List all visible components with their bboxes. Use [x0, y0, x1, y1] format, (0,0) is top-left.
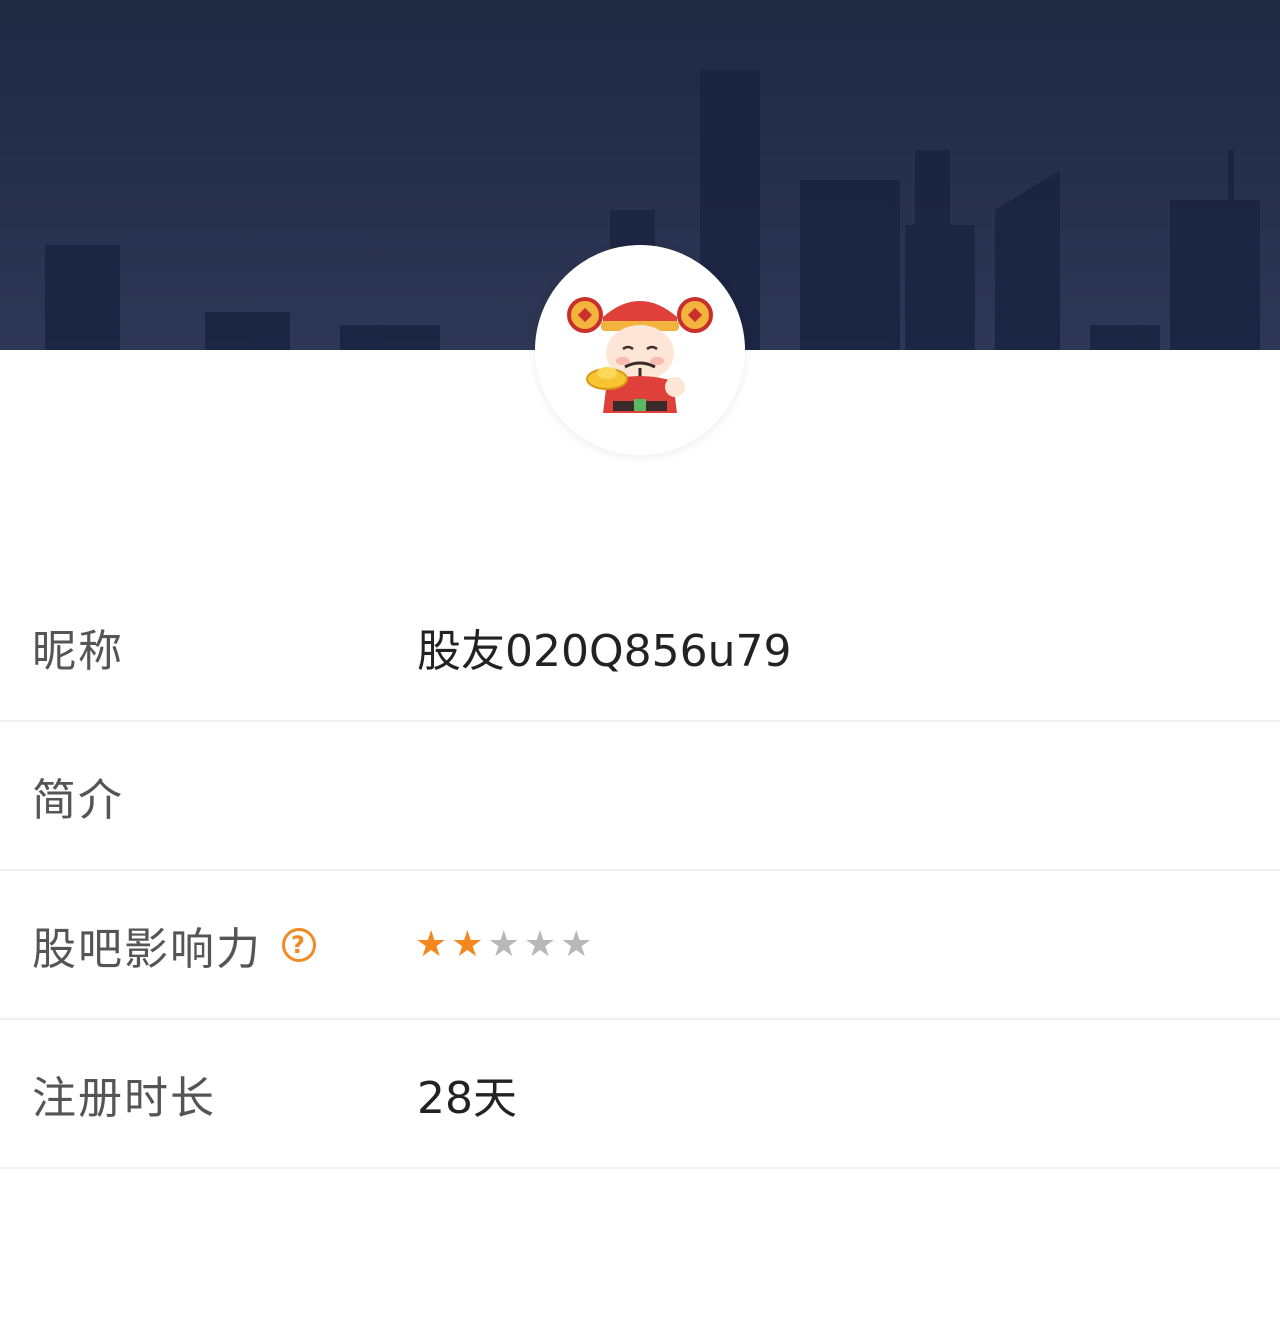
star-filled-icon: ★ [451, 923, 484, 965]
question-circle-icon[interactable]: ? [282, 927, 316, 962]
bio-row[interactable]: 简介 [0, 722, 1280, 871]
nickname-value: 股友020Q856u79 [417, 626, 792, 677]
star-empty-icon: ★ [487, 923, 520, 965]
cartoon-god-of-wealth-avatar-icon [567, 297, 713, 413]
influence-row: 股吧影响力 ? ★ ★ ★ ★ ★ [0, 871, 1280, 1020]
influence-rating-stars: ★ ★ ★ ★ ★ [415, 923, 593, 965]
star-filled-icon: ★ [415, 923, 448, 965]
registration-label: 注册时长 [32, 1072, 216, 1124]
registration-row: 注册时长 28天 [0, 1020, 1280, 1169]
nickname-row[interactable]: 昵称 股友020Q856u79 [0, 574, 1280, 722]
profile-info-list: 昵称 股友020Q856u79 简介 股吧影响力 ? ★ ★ ★ ★ ★ 注册时长 28… [0, 574, 1280, 1169]
registration-value: 28天 [417, 1072, 517, 1124]
influence-label: 股吧影响力 [32, 923, 262, 975]
bio-label: 简介 [32, 774, 124, 826]
influence-label-wrap: 股吧影响力 ? [32, 913, 316, 977]
star-empty-icon: ★ [523, 923, 557, 965]
nickname-label: 昵称 [32, 626, 124, 677]
star-empty-icon: ★ [560, 923, 593, 965]
avatar[interactable] [535, 245, 745, 455]
